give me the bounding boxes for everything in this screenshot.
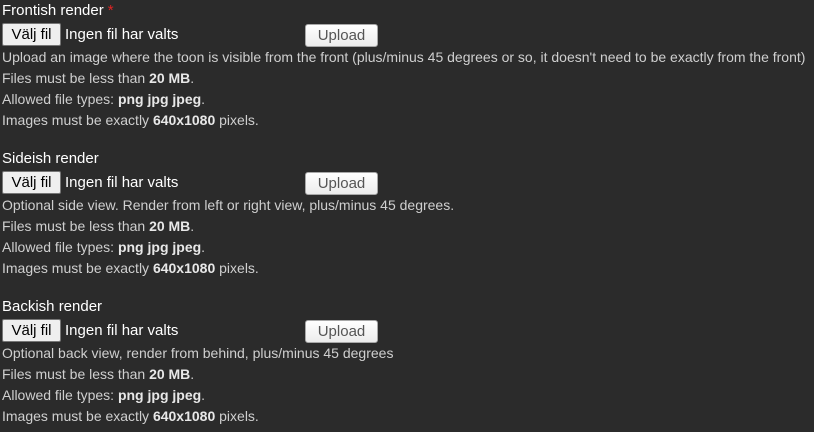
file-size-limit: Files must be less than 20 MB. <box>2 70 195 86</box>
file-size-limit: Files must be less than 20 MB. <box>2 218 195 234</box>
field-label: Frontish render * <box>2 0 114 22</box>
file-types-value: png jpg jpeg <box>117 387 202 403</box>
file-types-value: png jpg jpeg <box>117 239 202 255</box>
field-label: Backish render <box>2 298 103 315</box>
sideish-render-field: Sideish render Välj fil Ingen fil har va… <box>2 148 814 280</box>
field-label-text: Frontish render <box>2 2 104 19</box>
required-marker: * <box>107 2 114 19</box>
file-size-value: 20 MB <box>149 218 191 234</box>
allowed-file-types: Allowed file types: png jpg jpeg. <box>2 239 206 255</box>
no-file-chosen-text: Ingen fil har valts <box>65 322 179 339</box>
image-dimensions: Images must be exactly 640x1080 pixels. <box>2 260 259 276</box>
no-file-chosen-text: Ingen fil har valts <box>65 174 179 191</box>
file-size-limit: Files must be less than 20 MB. <box>2 366 195 382</box>
file-types-value: png jpg jpeg <box>117 91 202 107</box>
file-size-value: 20 MB <box>149 70 191 86</box>
file-size-value: 20 MB <box>149 366 191 382</box>
dimensions-value: 640x1080 <box>152 408 216 424</box>
field-description: Optional side view. Render from left or … <box>2 197 455 213</box>
choose-file-button[interactable]: Välj fil <box>2 23 61 46</box>
no-file-chosen-text: Ingen fil har valts <box>65 26 179 43</box>
field-description: Upload an image where the toon is visibl… <box>2 49 806 65</box>
upload-button[interactable]: Upload <box>305 320 378 343</box>
upload-form: Frontish render * Välj fil Ingen fil har … <box>0 0 814 432</box>
allowed-file-types: Allowed file types: png jpg jpeg. <box>2 91 206 107</box>
upload-button[interactable]: Upload <box>305 24 378 47</box>
allowed-file-types: Allowed file types: png jpg jpeg. <box>2 387 206 403</box>
image-dimensions: Images must be exactly 640x1080 pixels. <box>2 408 259 424</box>
dimensions-value: 640x1080 <box>152 260 216 276</box>
frontish-render-field: Frontish render * Välj fil Ingen fil har … <box>2 0 814 132</box>
backish-render-field: Backish render Välj fil Ingen fil har va… <box>2 296 814 428</box>
field-label: Sideish render <box>2 150 99 167</box>
dimensions-value: 640x1080 <box>152 112 216 128</box>
choose-file-button[interactable]: Välj fil <box>2 171 61 194</box>
choose-file-button[interactable]: Välj fil <box>2 319 61 342</box>
field-description: Optional back view, render from behind, … <box>2 345 394 361</box>
image-dimensions: Images must be exactly 640x1080 pixels. <box>2 112 259 128</box>
upload-button[interactable]: Upload <box>305 172 378 195</box>
